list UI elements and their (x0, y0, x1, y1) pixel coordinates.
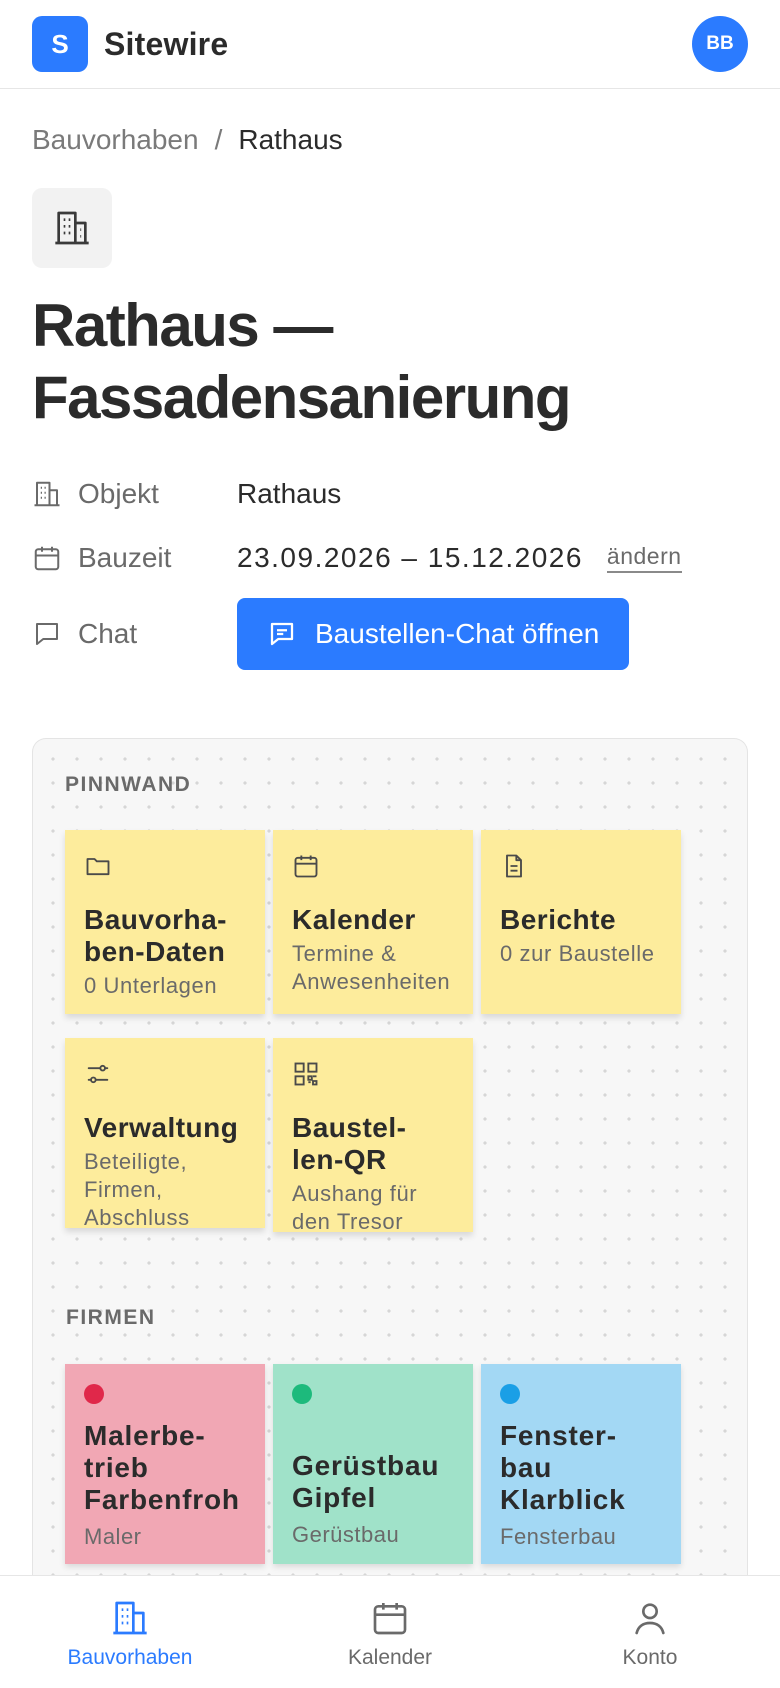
firm-card-geruestbau[interactable]: Gerüstbau Gipfel Gerüstbau (273, 1364, 473, 1564)
note-title: Kalender (292, 904, 416, 935)
note-title: Berichte (500, 904, 617, 935)
firm-card-fensterbau[interactable]: Fenster- bau Klarblick Fensterbau (481, 1364, 681, 1564)
meta-label-chat: Chat (78, 618, 138, 649)
breadcrumb-parent-link[interactable]: Bauvorhaben (32, 124, 199, 156)
note-title: Verwaltung (84, 1112, 239, 1143)
meta-label-object: Objekt (78, 478, 159, 509)
building-icon (110, 1598, 150, 1638)
chat-bubble-icon (32, 619, 62, 649)
chat-bubble-icon (267, 619, 297, 649)
note-berichte[interactable]: Berichte 0 zur Baustelle (481, 830, 681, 1014)
note-verwaltung[interactable]: Verwaltung Beteiligte, Firmen, Abschluss (65, 1038, 265, 1230)
firm-card-malerbetrieb[interactable]: Malerbe- trieb Farbenfroh Maler (65, 1364, 265, 1564)
nav-label: Kalender (347, 1646, 433, 1669)
meta-row-object: Objekt Rathaus (32, 478, 748, 510)
firm-trade: Gerüstbau (292, 1522, 400, 1547)
meta-row-chat: Chat Baustellen-Chat öffnen (32, 598, 748, 670)
pinnwand-heading: PINNWAND (65, 773, 192, 796)
firm-name: Malerbe- trieb Farbenfroh (84, 1420, 240, 1515)
project-meta: Objekt Rathaus Bauzeit 23.09.2026 – 15.1… (32, 478, 748, 670)
nav-item-kalender[interactable]: Kalender (260, 1576, 520, 1688)
firm-color-dot (500, 1384, 520, 1404)
meta-value-period: 23.09.2026 – 15.12.2026 (237, 542, 583, 573)
note-subtitle: 0 zur Baustelle (500, 941, 655, 966)
nav-item-bauvorhaben[interactable]: Bauvorhaben (0, 1576, 260, 1688)
meta-value-object: Rathaus (237, 478, 342, 509)
firm-trade: Fensterbau (500, 1524, 617, 1549)
page-title: Rathaus — Fassadensanierung (32, 292, 572, 431)
nav-label: Bauvorhaben (67, 1646, 193, 1669)
app-header: S Sitewire BB (0, 0, 780, 89)
nav-label: Konto (622, 1646, 678, 1669)
meta-label-period-wrap: Bauzeit (32, 542, 237, 574)
breadcrumb-separator: / (214, 124, 223, 155)
note-bauvorhaben-daten[interactable]: Bauvorha- ben-Daten 0 Unterlagen (65, 830, 265, 1014)
qr-code-icon (292, 1060, 454, 1088)
building-icon (32, 479, 62, 509)
meta-label-object-wrap: Objekt (32, 478, 237, 510)
main-content: Bauvorhaben / Rathaus Rathaus — Fassaden… (32, 89, 748, 670)
calendar-icon (370, 1598, 410, 1638)
firm-color-dot (292, 1384, 312, 1404)
note-baustellen-qr[interactable]: Baustel- len-QR Aushang für den Tresor (273, 1038, 473, 1234)
calendar-icon (292, 852, 454, 880)
firm-name: Fenster- bau Klarblick (500, 1420, 626, 1515)
user-avatar[interactable]: BB (692, 16, 748, 72)
brand-name: Sitewire (104, 25, 229, 62)
pinboard: PINNWAND Bauvorha- ben-Daten 0 Unterlage… (32, 738, 748, 1688)
sliders-icon (84, 1060, 246, 1088)
note-title: Baustel- len-QR (292, 1112, 407, 1175)
folder-icon (84, 852, 246, 880)
note-subtitle: 0 Unterlagen (84, 973, 218, 998)
firm-name: Gerüstbau Gipfel (292, 1450, 440, 1513)
note-title: Bauvorha- ben-Daten (84, 904, 227, 967)
nav-item-konto[interactable]: Konto (520, 1576, 780, 1688)
bottom-nav: Bauvorhaben Kalender Konto (0, 1575, 780, 1688)
project-building-icon (32, 188, 112, 268)
meta-label-chat-wrap: Chat (32, 618, 237, 650)
firm-color-dot (84, 1384, 104, 1404)
note-kalender[interactable]: Kalender Termine & Anwesenheiten (273, 830, 473, 1014)
document-icon (500, 852, 662, 880)
note-subtitle: Termine & Anwesenheiten (292, 941, 451, 994)
breadcrumb: Bauvorhaben / Rathaus (32, 124, 748, 156)
note-subtitle: Beteiligte, Firmen, Abschluss (84, 1149, 190, 1230)
calendar-icon (32, 543, 62, 573)
brand-logo: S (32, 16, 88, 72)
firmen-heading: FIRMEN (66, 1306, 156, 1329)
meta-row-period: Bauzeit 23.09.2026 – 15.12.2026 ändern (32, 542, 748, 574)
note-subtitle: Aushang für den Tresor (292, 1181, 418, 1234)
user-icon (630, 1598, 670, 1638)
change-period-link[interactable]: ändern (606, 543, 682, 573)
firm-trade: Maler (84, 1524, 142, 1549)
meta-label-period: Bauzeit (78, 542, 172, 573)
open-chat-button-label: Baustellen-Chat öffnen (315, 618, 600, 649)
open-chat-button[interactable]: Baustellen-Chat öffnen (237, 598, 630, 670)
brand[interactable]: S Sitewire (32, 16, 228, 72)
breadcrumb-current: Rathaus (238, 124, 343, 155)
